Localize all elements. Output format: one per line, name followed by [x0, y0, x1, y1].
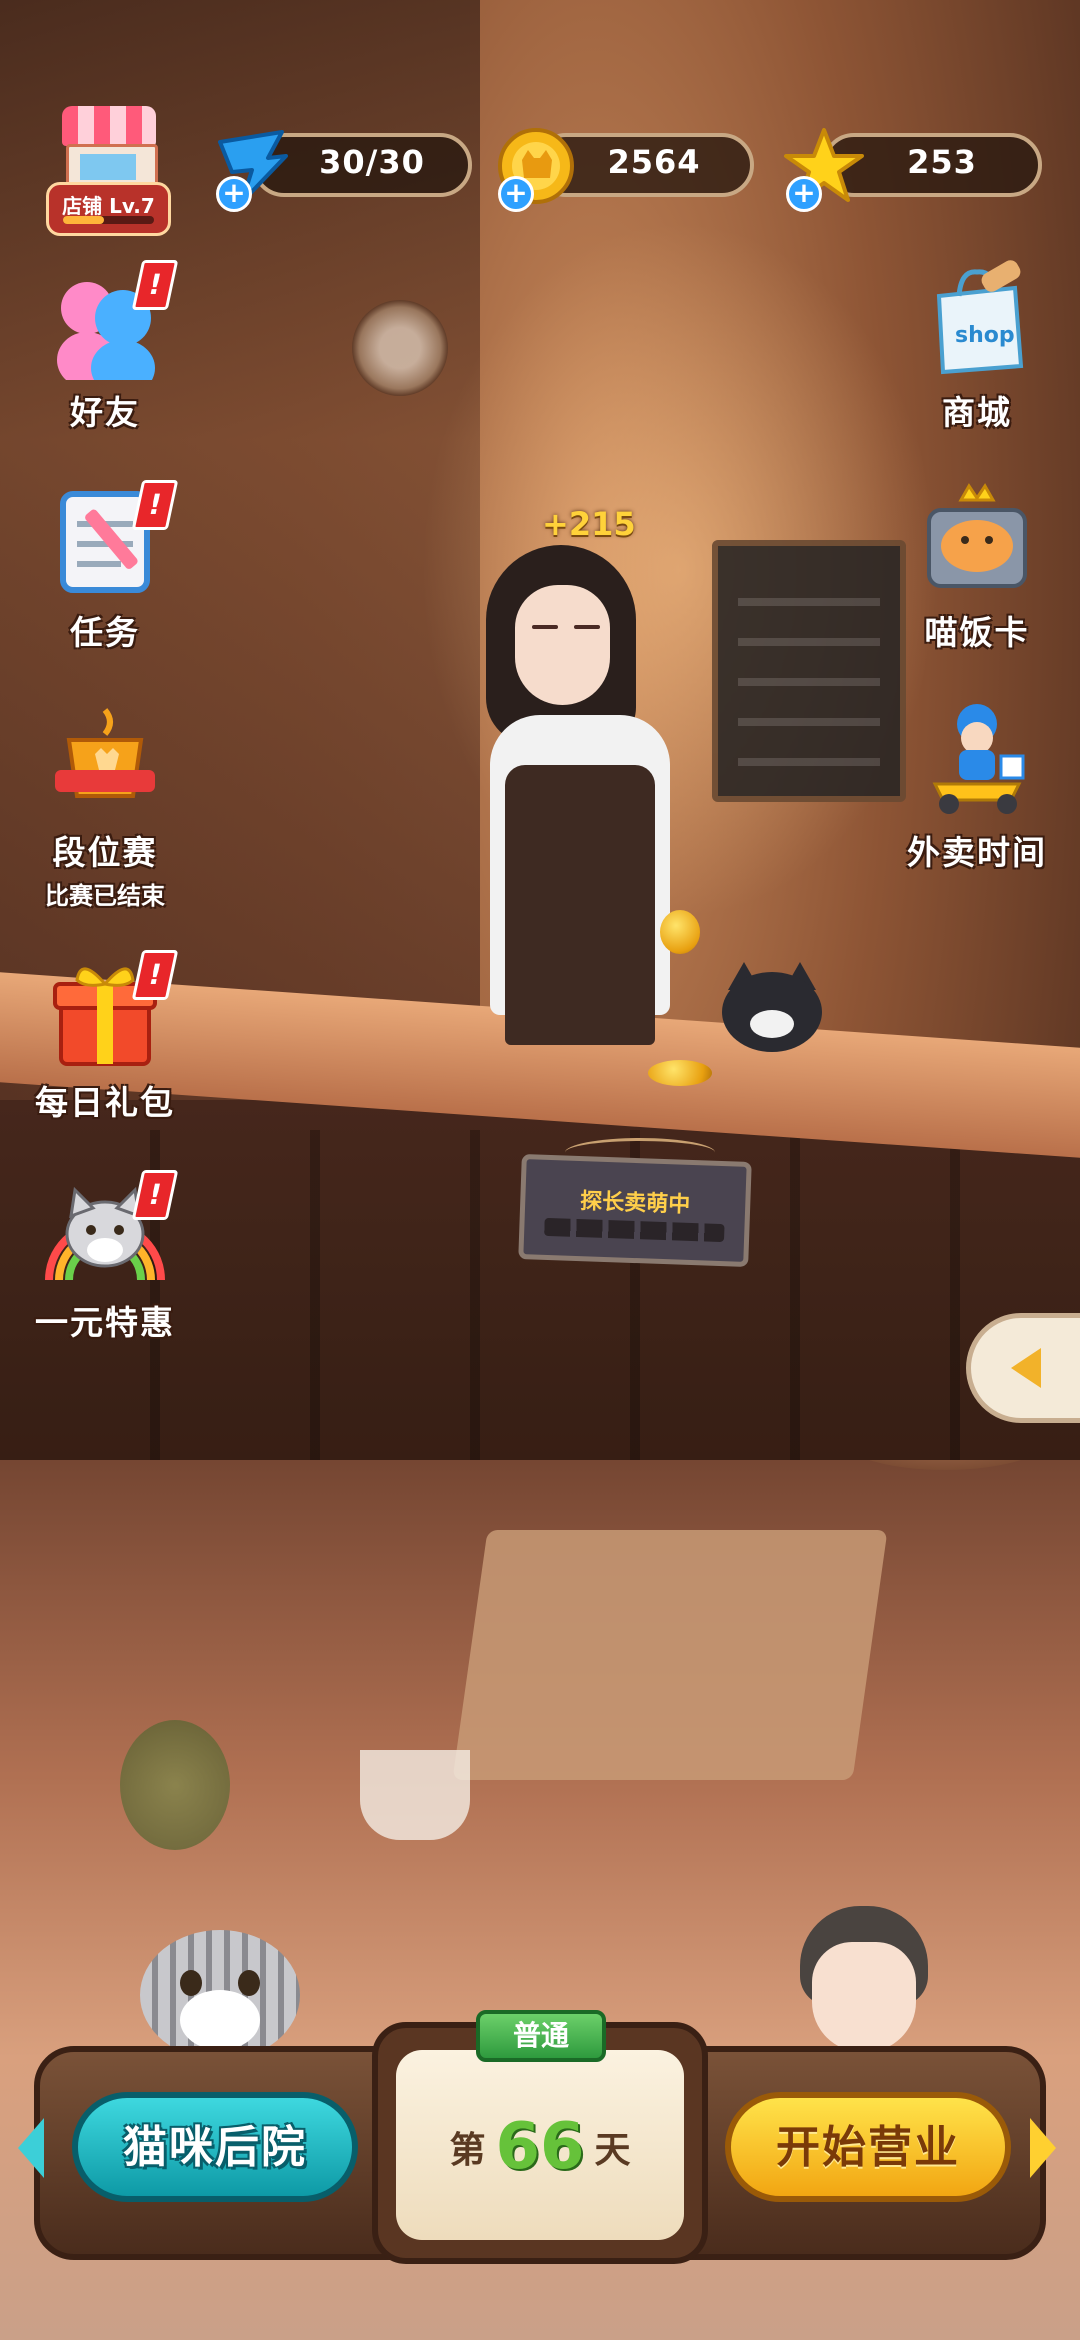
cafe-table: [452, 1530, 888, 1780]
coffee-cup: [360, 1750, 470, 1840]
friends-label: 好友: [70, 393, 140, 432]
store-button[interactable]: shop 商城: [902, 260, 1052, 434]
cat-food-card-label: 喵饭卡: [924, 613, 1030, 652]
delivery-time-button[interactable]: 外卖时间: [902, 700, 1052, 874]
start-business-button[interactable]: 开始营业: [725, 2092, 1011, 2202]
day-number: 66: [495, 2110, 585, 2184]
next-arrow-icon[interactable]: [1030, 2118, 1056, 2178]
counter-sign-text: 探长卖萌中: [579, 1189, 691, 1218]
task-list-icon: !: [45, 480, 179, 600]
cat-food-card-icon: [917, 480, 1037, 600]
star-counter[interactable]: + 253: [782, 128, 1042, 212]
tasks-button[interactable]: ! 任务: [30, 480, 180, 654]
earned-bonus-text: +215: [542, 505, 636, 543]
daily-gift-label: 每日礼包: [35, 1083, 175, 1122]
cat-backyard-button[interactable]: 猫咪后院: [72, 2092, 358, 2202]
cat-food-card-button[interactable]: 喵饭卡: [902, 480, 1052, 654]
stamina-value: 30/30: [319, 143, 425, 181]
rainbow-cat-icon: !: [45, 1170, 179, 1290]
one-yuan-deal-button[interactable]: ! 一元特惠: [30, 1170, 180, 1344]
wall-clock: [352, 300, 448, 396]
svg-text:shop: shop: [955, 323, 1015, 348]
day-suffix: 天: [594, 2130, 631, 2171]
delivery-scooter-icon: [917, 700, 1037, 820]
potted-plant: [120, 1720, 230, 1850]
mode-tag: 普通: [476, 2010, 606, 2062]
day-prefix: 第: [449, 2130, 486, 2171]
shopkeeper-girl[interactable]: [470, 545, 690, 1045]
chevron-left-icon: [1011, 1348, 1041, 1388]
rank-match-status: 比赛已结束: [45, 882, 165, 910]
tasks-label: 任务: [70, 613, 140, 652]
shop-awning-icon: [62, 106, 156, 146]
one-yuan-deal-label: 一元特惠: [35, 1303, 175, 1342]
friends-button[interactable]: ! 好友: [30, 260, 180, 434]
store-label: 商城: [942, 393, 1012, 432]
star-value: 253: [907, 143, 977, 181]
add-stars-icon[interactable]: +: [786, 176, 822, 212]
floating-coin-icon[interactable]: [660, 910, 700, 954]
day-counter: 第 66 天: [372, 2110, 708, 2184]
previous-arrow-icon[interactable]: [18, 2118, 44, 2178]
black-cat-detective[interactable]: [722, 962, 822, 1052]
rank-match-label: 段位赛: [52, 833, 158, 872]
shop-level-progress: [63, 216, 154, 224]
add-stamina-icon[interactable]: +: [216, 176, 252, 212]
trophy-cup-icon: [45, 700, 165, 820]
friends-icon: !: [45, 260, 179, 396]
menu-chalkboard: [712, 540, 906, 802]
coin-value: 2564: [607, 143, 701, 181]
daily-gift-button[interactable]: ! 每日礼包: [30, 950, 180, 1124]
gift-box-icon: !: [45, 950, 179, 1070]
shop-level-label: 店铺 Lv.7: [62, 194, 155, 218]
delivery-time-label: 外卖时间: [907, 833, 1047, 872]
add-coins-icon[interactable]: +: [498, 176, 534, 212]
counter-sign: 探长卖萌中: [518, 1154, 752, 1267]
coin-counter[interactable]: + 2564: [494, 128, 754, 212]
rank-match-button[interactable]: 段位赛 比赛已结束: [30, 700, 180, 911]
expand-side-panel-button[interactable]: [966, 1313, 1080, 1423]
shopping-bag-icon: shop: [917, 260, 1037, 380]
stamina-counter[interactable]: + 30/30: [212, 130, 472, 212]
coin-pile-icon[interactable]: [648, 1060, 712, 1086]
shop-level-button[interactable]: 店铺 Lv.7: [46, 106, 171, 236]
